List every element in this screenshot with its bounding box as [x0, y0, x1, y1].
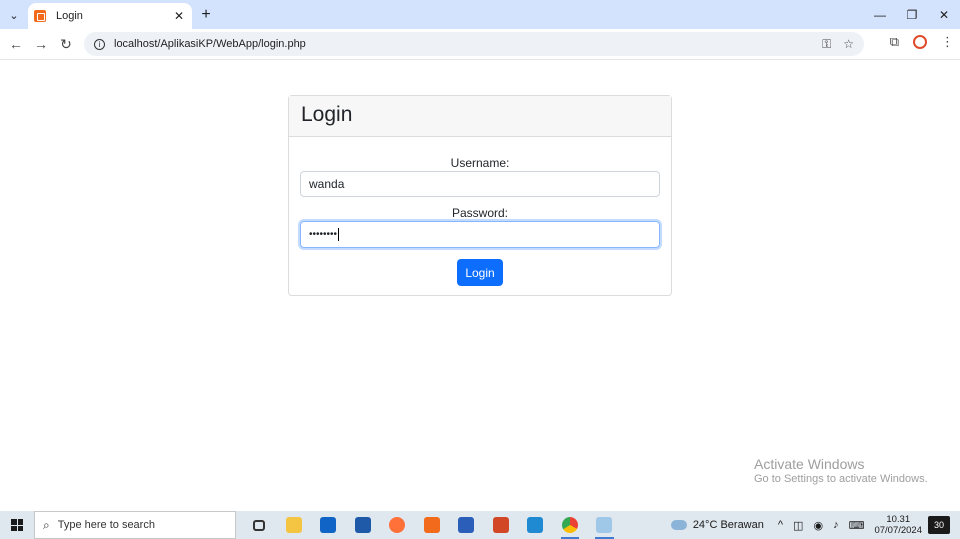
search-icon: ⌕: [43, 517, 50, 532]
new-tab-plus-icon[interactable]: +: [196, 5, 216, 25]
username-label: Username:: [450, 156, 510, 170]
vscode-icon[interactable]: [518, 511, 553, 539]
minimize-icon[interactable]: —: [864, 0, 896, 29]
card-title: Login: [301, 103, 353, 126]
activate-windows-watermark: Activate Windows Go to Settings to activ…: [754, 456, 928, 485]
taskbar-apps: [242, 511, 622, 539]
address-url[interactable]: localhost/AplikasiKP/WebApp/login.php: [114, 38, 822, 50]
taskbar-search[interactable]: ⌕ Type here to search: [34, 511, 236, 539]
browser-toolbar: ← → ↻ i localhost/AplikasiKP/WebApp/logi…: [0, 29, 960, 60]
bookmark-star-icon[interactable]: ☆: [843, 37, 854, 52]
weather-text: 24°C Berawan: [692, 519, 764, 531]
xampp-icon[interactable]: [415, 511, 450, 539]
volume-icon[interactable]: ♪: [833, 519, 839, 532]
restore-icon[interactable]: ❐: [896, 0, 928, 29]
password-key-icon[interactable]: ⚿: [822, 37, 831, 52]
chevron-up-icon[interactable]: ^: [778, 519, 783, 532]
close-tab-icon[interactable]: ✕: [172, 9, 186, 23]
start-button[interactable]: [0, 511, 34, 539]
profile-avatar-icon[interactable]: [913, 35, 927, 49]
login-card: Login Username: wanda Password: ••••••••…: [288, 95, 672, 296]
mail-icon[interactable]: [311, 511, 346, 539]
password-input[interactable]: ••••••••: [300, 221, 660, 248]
network-icon[interactable]: ◉: [813, 519, 823, 532]
meet-now-icon[interactable]: ◫: [793, 519, 803, 532]
card-header: Login: [289, 96, 671, 137]
text-caret: [338, 227, 340, 241]
address-bar[interactable]: i localhost/AplikasiKP/WebApp/login.php …: [84, 32, 864, 56]
reload-icon[interactable]: ↻: [56, 34, 76, 54]
username-input[interactable]: wanda: [300, 171, 660, 197]
notification-center-icon[interactable]: 30: [928, 516, 950, 534]
tab-title: Login: [56, 10, 83, 22]
search-placeholder: Type here to search: [57, 519, 155, 531]
store-icon[interactable]: [346, 511, 381, 539]
task-view-icon[interactable]: [242, 511, 277, 539]
cloudy-weather-icon: [670, 520, 687, 530]
keyboard-icon[interactable]: ⌨: [849, 519, 865, 532]
site-info-icon[interactable]: i: [94, 38, 105, 50]
taskbar: ⌕ Type here to search 24°C Berawan ^ ◫ ◉…: [0, 511, 960, 539]
extensions-puzzle-icon[interactable]: ⧉: [890, 34, 899, 50]
login-form: Username: wanda Password: •••••••• Login: [289, 156, 671, 286]
clock-date: 07/07/2024: [874, 525, 922, 536]
close-window-icon[interactable]: ✕: [928, 0, 960, 29]
login-button[interactable]: Login: [457, 259, 503, 286]
back-arrow-icon[interactable]: ←: [6, 34, 26, 54]
weather-widget[interactable]: 24°C Berawan: [670, 519, 764, 531]
firefox-icon[interactable]: [380, 511, 415, 539]
clock[interactable]: 10.31 07/07/2024: [874, 514, 922, 536]
watermark-subtitle: Go to Settings to activate Windows.: [754, 473, 928, 485]
forward-arrow-icon[interactable]: →: [31, 34, 51, 54]
xampp-favicon-icon: [34, 10, 46, 22]
password-masked-value: ••••••••: [309, 229, 338, 240]
tab-search-chevron-icon[interactable]: ⌄: [4, 5, 24, 25]
clock-time: 10.31: [886, 514, 911, 525]
powerpoint-icon[interactable]: [484, 511, 519, 539]
window-controls: — ❐ ✕: [864, 0, 960, 29]
notification-count: 30: [933, 520, 944, 530]
paint-icon[interactable]: [587, 511, 622, 539]
menu-kebab-icon[interactable]: ⋮: [941, 34, 954, 50]
tab-strip: ⌄ Login ✕ + — ❐ ✕: [0, 0, 960, 29]
chrome-icon[interactable]: [553, 511, 588, 539]
system-tray: 24°C Berawan ^ ◫ ◉ ♪ ⌨ 10.31 07/07/2024 …: [670, 511, 960, 539]
file-explorer-icon[interactable]: [277, 511, 312, 539]
word-icon[interactable]: [449, 511, 484, 539]
watermark-title: Activate Windows: [754, 456, 865, 472]
windows-logo-icon: [11, 519, 23, 531]
password-label: Password:: [451, 206, 509, 220]
browser-tab[interactable]: Login ✕: [28, 3, 192, 29]
